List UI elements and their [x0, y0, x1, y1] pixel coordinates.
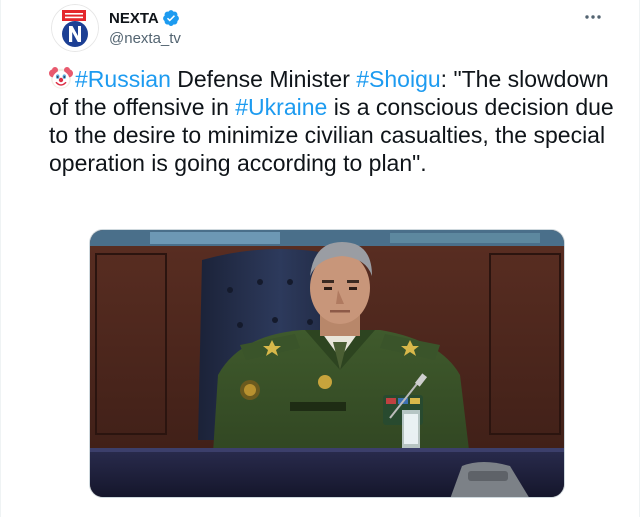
verified-badge-icon — [162, 10, 179, 26]
author-handle[interactable]: @nexta_tv — [109, 30, 181, 47]
author-name-row: NEXTA — [109, 8, 181, 28]
hashtag-link[interactable]: #Shoigu — [356, 66, 440, 92]
more-options-button[interactable] — [582, 8, 604, 26]
tweet-text-segment: Defense Minister — [170, 66, 357, 92]
photo-man-in-uniform — [90, 230, 564, 497]
tweet-body: #Russian Defense Minister #Shoigu: "The … — [49, 66, 614, 176]
author-name[interactable]: NEXTA — [109, 10, 159, 27]
more-horizontal-icon — [585, 15, 601, 19]
tweet-card: NEXTA @nexta_tv #Russian Defense Ministe… — [0, 0, 640, 517]
hashtag-link[interactable]: #Russian — [75, 66, 171, 92]
tweet-text: #Russian Defense Minister #Shoigu: "The … — [49, 65, 617, 177]
tweet-photo[interactable] — [89, 229, 565, 498]
nexta-logo-icon — [51, 4, 99, 52]
author-info: NEXTA @nexta_tv — [109, 8, 181, 48]
clown-face-emoji-icon — [49, 67, 73, 89]
author-avatar[interactable] — [51, 4, 99, 52]
hashtag-link[interactable]: #Ukraine — [235, 94, 327, 120]
